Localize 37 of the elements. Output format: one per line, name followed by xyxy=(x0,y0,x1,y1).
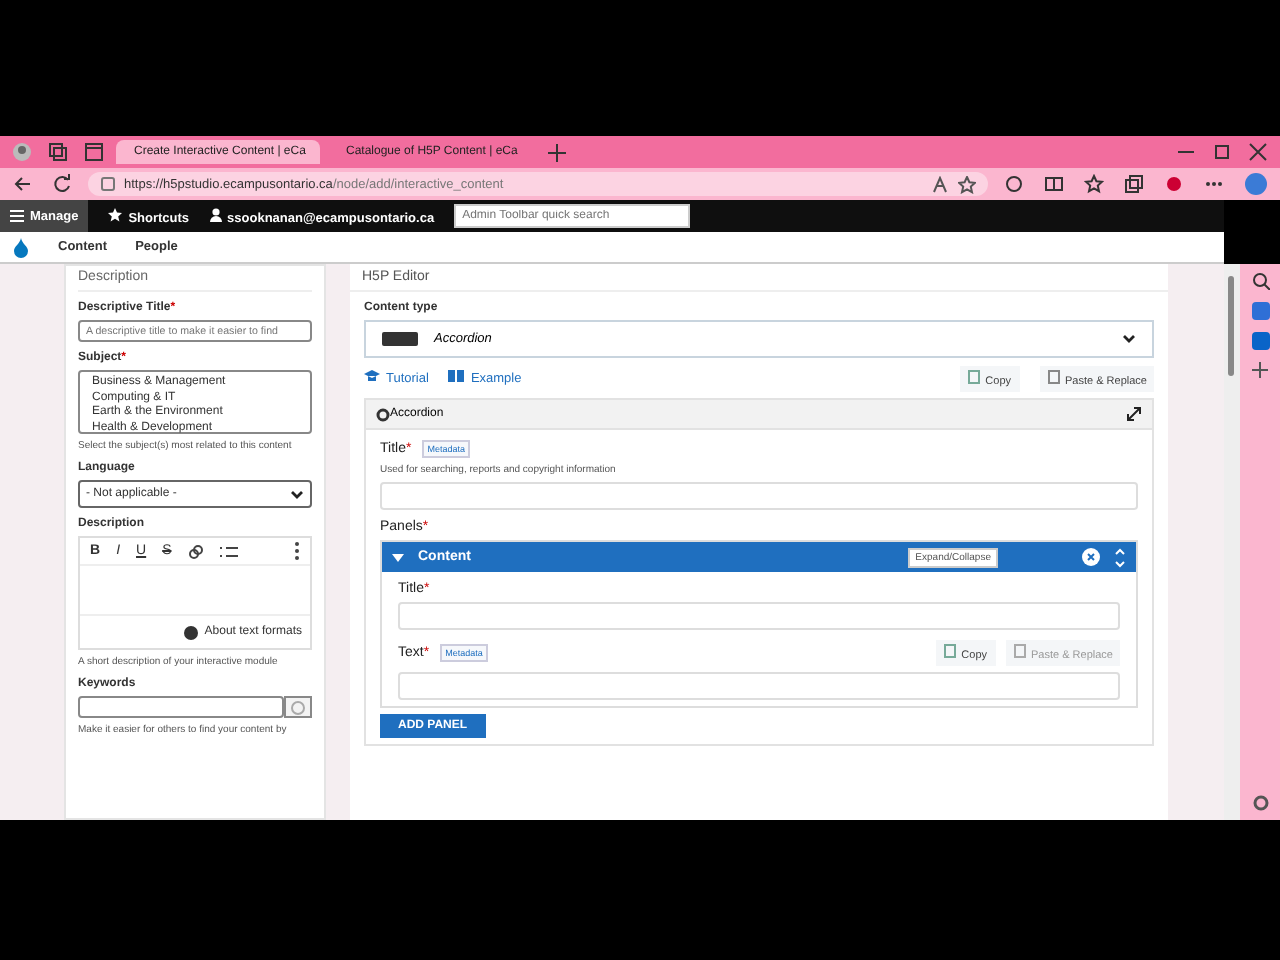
panel-title-field[interactable] xyxy=(398,602,1121,630)
scrollbar[interactable] xyxy=(1224,264,1241,820)
workspaces-icon[interactable] xyxy=(44,142,72,162)
link-icon[interactable] xyxy=(187,543,204,559)
menu-icon xyxy=(10,210,24,222)
read-aloud-icon[interactable] xyxy=(932,175,950,193)
chevron-down-icon xyxy=(1122,334,1137,344)
profile-icon[interactable] xyxy=(8,142,36,162)
tab-actions-icon[interactable] xyxy=(80,142,108,162)
remove-icon[interactable] xyxy=(1082,548,1101,566)
title-field[interactable] xyxy=(380,482,1139,510)
panel-text-field[interactable] xyxy=(398,672,1121,700)
page-info-icon[interactable] xyxy=(100,176,116,192)
copy-icon xyxy=(967,369,980,383)
user-icon xyxy=(209,207,222,221)
book-icon xyxy=(448,370,465,382)
caret-icon xyxy=(392,551,404,563)
collections-icon[interactable] xyxy=(1120,174,1148,194)
star-icon xyxy=(108,207,123,221)
clipboard-icon xyxy=(1013,644,1026,658)
close-icon[interactable] xyxy=(1244,142,1272,162)
reorder-arrows-icon[interactable] xyxy=(1114,545,1127,569)
star-icon[interactable] xyxy=(958,175,976,193)
copy-icon xyxy=(943,644,956,658)
keywords-field[interactable] xyxy=(78,696,284,718)
plus-icon[interactable] xyxy=(1252,362,1269,378)
drupal-drop-icon[interactable] xyxy=(12,237,30,257)
more-options-icon[interactable] xyxy=(294,542,300,560)
clipboard-icon xyxy=(1047,369,1060,383)
chevron-down-icon xyxy=(290,489,304,499)
favorites-icon[interactable] xyxy=(1080,174,1108,194)
fullscreen-icon[interactable] xyxy=(1126,406,1143,422)
split-screen-icon[interactable] xyxy=(1040,174,1068,194)
search-icon[interactable] xyxy=(1251,272,1270,290)
graduation-cap-icon xyxy=(364,370,380,382)
bullet-list-icon[interactable] xyxy=(219,543,238,559)
reload-icon[interactable] xyxy=(48,174,76,194)
